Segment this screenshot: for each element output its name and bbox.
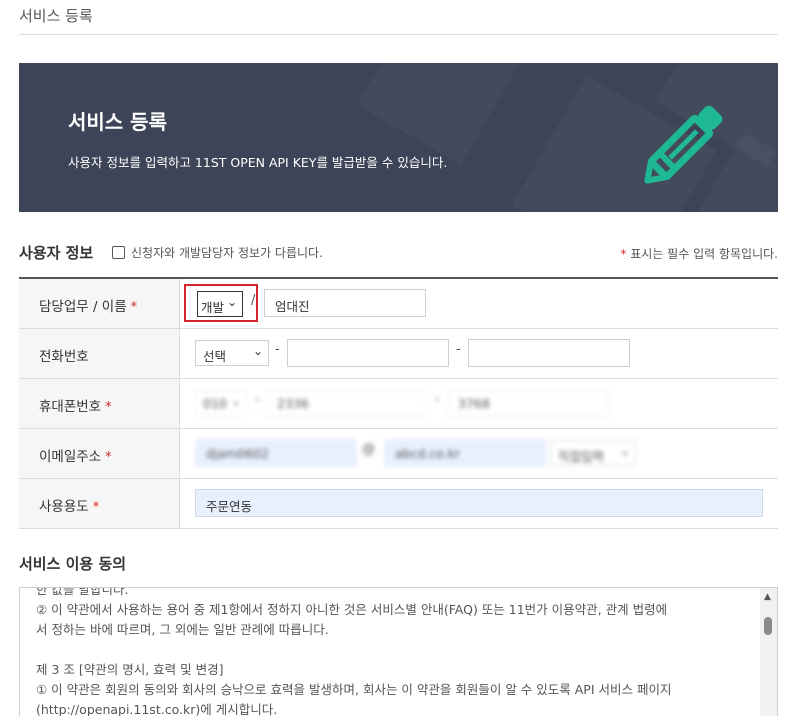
agreement-title: 서비스 이용 동의 <box>19 555 127 573</box>
scroll-thumb[interactable] <box>764 617 772 635</box>
email-id-input[interactable]: djam0602 <box>195 439 357 467</box>
mobile-part2-input[interactable]: 2336 <box>266 389 428 417</box>
terms-scrollbar[interactable]: ▲ <box>760 588 777 716</box>
email-domain-input[interactable]: abcd.co.kr <box>384 439 546 467</box>
email-label: 이메일주소 * <box>19 429 180 478</box>
form-row-mobile: 휴대폰번호 * 010 ⌄ - 2336 - 3768 <box>19 379 778 429</box>
name-input[interactable]: 엄대진 <box>264 289 426 317</box>
usage-label: 사용용도 * <box>19 479 180 528</box>
form-row-usage: 사용용도 * 주문연동 <box>19 479 778 529</box>
form-row-role-name: 담당업무 / 이름 * 개발 ⌄ / 엄대진 <box>19 279 778 329</box>
terms-line: (http://openapi.11st.co.kr)에 게시합니다. <box>36 702 278 716</box>
pencil-icon <box>637 93 737 193</box>
page-header: 서비스 등록 <box>19 0 778 35</box>
mobile-label: 휴대폰번호 * <box>19 379 180 428</box>
user-info-title: 사용자 정보 <box>19 244 94 262</box>
scroll-up-arrow-icon[interactable]: ▲ <box>764 592 771 602</box>
phone-label: 전화번호 <box>19 329 180 378</box>
terms-content: 한 값을 말합니다. ② 이 약관에서 사용하는 용어 중 제1항에서 정하지 … <box>36 587 756 716</box>
phone-area-select[interactable]: 선택 ⌄ <box>195 340 269 366</box>
terms-line: ② 이 약관에서 사용하는 용어 중 제1항에서 정하지 아니한 것은 서비스별… <box>36 602 668 617</box>
service-banner: 서비스 등록 사용자 정보를 입력하고 11ST OPEN API KEY를 발… <box>19 63 778 212</box>
different-developer-checkbox[interactable] <box>112 246 125 259</box>
page-title: 서비스 등록 <box>19 7 93 25</box>
form-row-phone: 전화번호 선택 ⌄ - - <box>19 329 778 379</box>
user-info-header: 사용자 정보 신청자와 개발담당자 정보가 다릅니다. * 표시는 필수 입력 … <box>19 240 778 279</box>
banner-description: 사용자 정보를 입력하고 11ST OPEN API KEY를 발급받을 수 있… <box>68 155 448 170</box>
user-info-form: 담당업무 / 이름 * 개발 ⌄ / 엄대진 전화번호 선택 ⌄ - - 휴대폰번… <box>19 279 778 529</box>
chevron-down-icon: ⌄ <box>252 344 263 358</box>
banner-title: 서비스 등록 <box>68 110 167 134</box>
mobile-prefix-select[interactable]: 010 ⌄ <box>195 390 247 416</box>
form-row-email: 이메일주소 * djam0602 @ abcd.co.kr 직접입력 ⌄ <box>19 429 778 479</box>
terms-line: 한 값을 말합니다. <box>36 587 129 597</box>
phone-part2-input[interactable] <box>287 339 449 367</box>
mobile-part3-input[interactable]: 3768 <box>447 389 609 417</box>
role-name-label: 담당업무 / 이름 * <box>19 279 180 328</box>
phone-part3-input[interactable] <box>468 339 630 367</box>
terms-line: 서 정하는 바에 따르며, 그 외에는 일반 관례에 따릅니다. <box>36 622 329 637</box>
terms-line: ① 이 약관은 회원의 동의와 회사의 승낙으로 효력을 발생하며, 회사는 이… <box>36 682 672 697</box>
terms-line <box>36 640 756 660</box>
highlight-box <box>184 284 258 322</box>
terms-textbox[interactable]: 한 값을 말합니다. ② 이 약관에서 사용하는 용어 중 제1항에서 정하지 … <box>19 587 778 716</box>
different-developer-label[interactable]: 신청자와 개발담당자 정보가 다릅니다. <box>131 244 323 261</box>
terms-line: 제 3 조 [약관의 명시, 효력 및 변경] <box>36 662 224 677</box>
required-note: * 표시는 필수 입력 항목입니다. <box>620 247 778 261</box>
usage-input[interactable]: 주문연동 <box>195 489 763 517</box>
email-domain-select[interactable]: 직접입력 ⌄ <box>550 440 636 466</box>
